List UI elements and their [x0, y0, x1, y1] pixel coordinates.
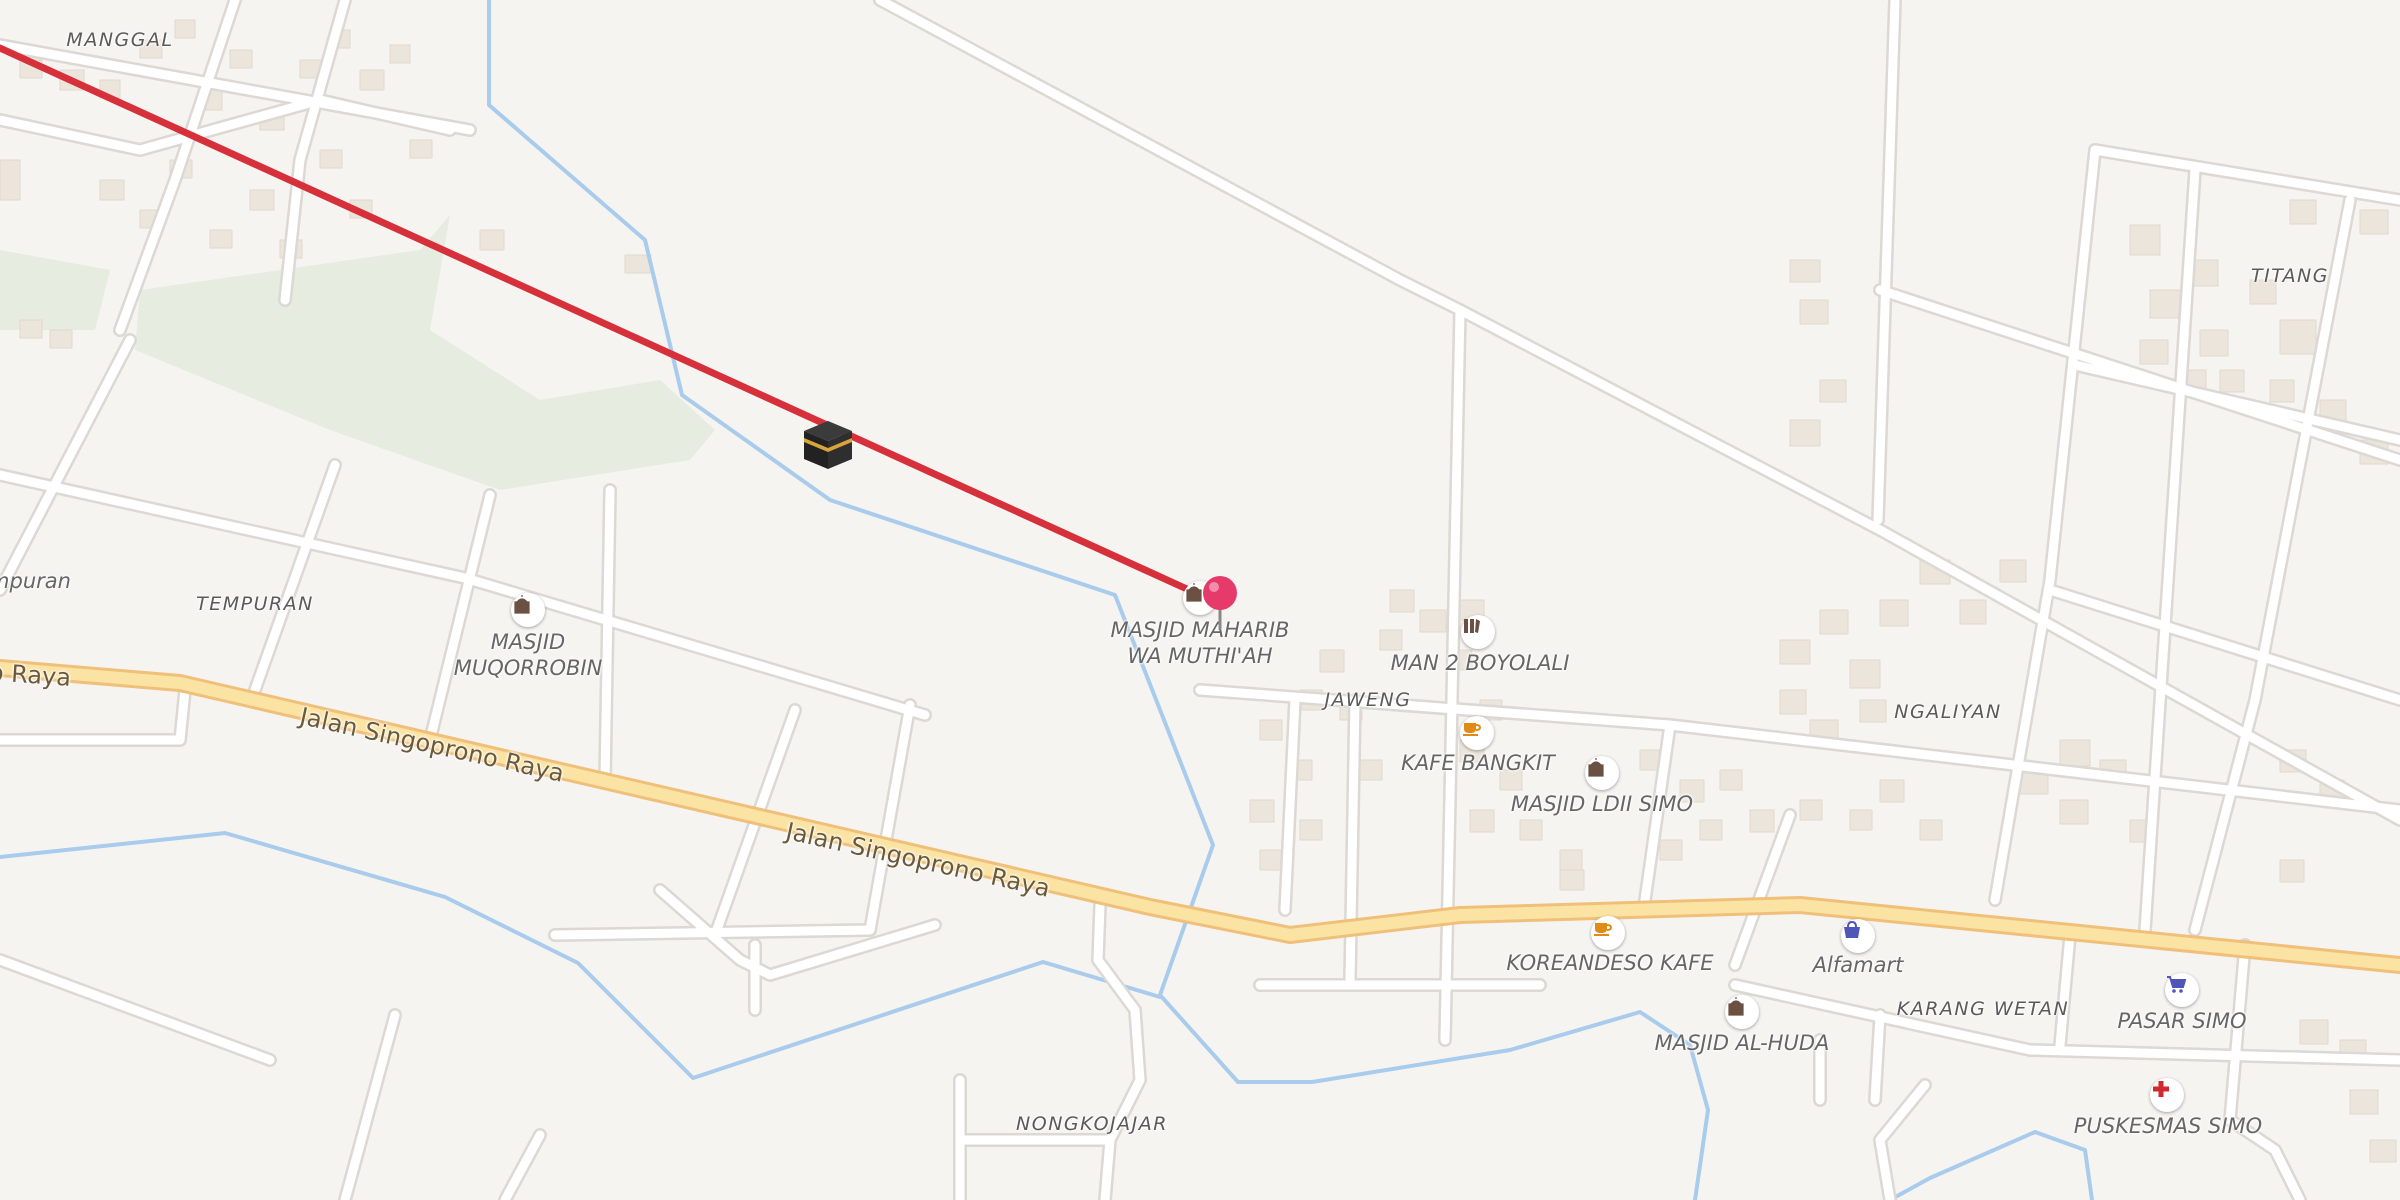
cafe-icon[interactable] — [1460, 716, 1494, 750]
place-label-jaweng: JAWENG — [1324, 689, 1412, 712]
map-canvas[interactable]: MANGGAL TEMPURAN mpuran JAWENG TITANG NG… — [0, 0, 2400, 1200]
road-label-raya-cut: o Raya — [0, 658, 72, 692]
poi-label-masjid-alhuda[interactable]: MASJID AL-HUDA — [1655, 1030, 1830, 1056]
shopping-cart-icon[interactable] — [2165, 973, 2199, 1007]
poi-label-alfamart[interactable]: Alfamart — [1813, 952, 1904, 978]
poi-label-masjid-ldii[interactable]: MASJID LDII SIMO — [1511, 791, 1693, 817]
mosque-icon[interactable] — [511, 593, 545, 627]
poi-label-man2[interactable]: MAN 2 BOYOLALI — [1391, 650, 1570, 676]
place-label-karang-wetan: KARANG WETAN — [1896, 998, 2070, 1021]
place-label-tempuran-cut: mpuran — [0, 568, 71, 593]
poi-label-masjid-muqorrobin[interactable]: MASJID MUQORROBIN — [454, 629, 603, 682]
medical-cross-icon[interactable] — [2150, 1078, 2184, 1112]
poi-label-masjid-maharib[interactable]: MASJID MAHARIB WA MUTHI'AH — [1111, 617, 1290, 670]
school-icon[interactable] — [1461, 615, 1495, 649]
poi-label-koreandeso[interactable]: KOREANDESO KAFE — [1506, 950, 1713, 976]
place-label-ngaliyan: NGALIYAN — [1894, 701, 2002, 724]
place-label-titang: TITANG — [2250, 265, 2330, 288]
poi-label-pasar-simo[interactable]: PASAR SIMO — [2117, 1008, 2246, 1034]
shopping-bag-icon[interactable] — [1841, 919, 1875, 953]
poi-label-puskesmas[interactable]: PUSKESMAS SIMO — [2074, 1113, 2262, 1139]
mosque-icon[interactable] — [1585, 756, 1619, 790]
poi-label-kafe-bangkit[interactable]: KAFE BANGKIT — [1401, 750, 1555, 776]
mosque-icon[interactable] — [1725, 995, 1759, 1029]
cafe-icon[interactable] — [1591, 916, 1625, 950]
place-label-manggal: MANGGAL — [66, 29, 174, 52]
place-label-nongkojajar: NONGKOJAJAR — [1016, 1113, 1168, 1136]
place-label-tempuran: TEMPURAN — [196, 593, 314, 616]
park-area — [0, 250, 110, 330]
